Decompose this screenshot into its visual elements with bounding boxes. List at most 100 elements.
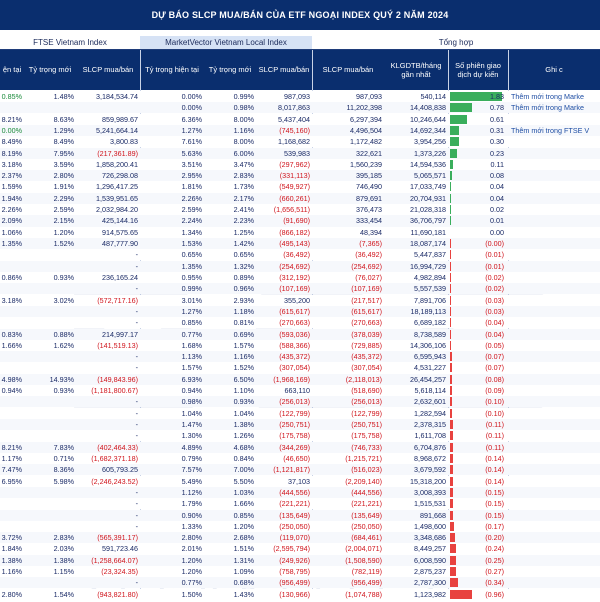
cell-mv-current-weight: 2.95% [181,171,202,181]
cell-mv-new-weight: 1.66% [233,499,254,509]
cell-ftse-new-weight [24,430,74,441]
cell-mv-current-weight: 0.95% [181,272,202,282]
sessions-value: 0.23 [490,148,504,158]
cell-mv-slcp: (1,656,511) [273,205,310,215]
cell-ftse-new-weight [24,261,74,272]
table-row: - 0.99% 0.96% (107,169) (107,169) 5,557,539 (0… [0,283,600,295]
cell-klgd: 6,689,182 [414,318,446,328]
cell-mv-slcp: (1,968,169) [273,374,310,384]
cell-mv-slcp: (119,070) [279,533,310,543]
cell-ftse-current-weight: 1.84% [1,544,22,554]
cell-ftse-slcp: 859,989.67 [102,114,138,124]
cell-ftse-slcp: 3,184,534.74 [96,92,138,101]
cell-ftse-current-weight: 8.49% [1,137,22,147]
table-row: 7.47% 8.36% 605,793.25 7.57% 7.00% (1,121,817… [0,464,600,476]
sessions-value: 0.01 [490,216,504,226]
cell-note [511,272,600,283]
cell-note [511,249,600,260]
cell-ftse-new-weight: 0.71% [53,453,74,463]
cell-note [511,362,600,373]
table-row: 8.21% 8.63% 859,989.67 6.36% 8.00% 5,437,404 6… [0,113,600,125]
cell-mv-new-weight: 2.41% [233,205,254,215]
sessions-bar [450,589,472,599]
cell-mv-slcp: (344,269) [279,442,310,452]
table-row: 1.59% 1.91% 1,296,417.25 1.81% 1.73% (549,927… [0,181,600,193]
cell-klgd: 7,891,706 [414,295,446,305]
cell-sessions: 0.00 [448,227,508,238]
cell-mv-slcp: (256,013) [279,397,310,407]
cell-note [511,136,600,147]
cell-mv-slcp: (549,927) [279,182,310,192]
cell-note [511,193,600,204]
cell-ftse-current-weight: 1.35% [1,239,22,249]
cell-klgd: 8,738,589 [414,329,446,339]
cell-klgd: 2,787,300 [414,578,446,588]
cell-ftse-current-weight: 8.19% [1,148,22,158]
cell-ftse-current-weight [0,317,22,328]
cell-sessions: (0.14) [448,453,508,464]
cell-summary-slcp: (7,365) [359,239,382,249]
cell-mv-current-weight: 5.49% [181,476,202,486]
cell-sessions: 0.30 [448,136,508,147]
cell-mv-slcp: (435,372) [279,352,310,362]
col-klgd: KLGDTB/tháng gần nhất [390,60,442,79]
cell-ftse-new-weight [24,362,74,373]
sessions-bar [450,510,454,520]
cell-ftse-new-weight [24,102,74,113]
cell-mv-slcp: (250,050) [279,521,310,531]
cell-sessions: (0.08) [448,374,508,385]
cell-mv-new-weight: 8.00% [233,137,254,147]
cell-mv-current-weight: 1.34% [181,227,202,237]
cell-klgd: 5,065,571 [414,171,446,181]
cell-ftse-new-weight: 7.83% [53,442,74,452]
cell-ftse-new-weight: 0.93% [53,272,74,282]
cell-mv-current-weight: 1.20% [181,567,202,577]
cell-ftse-slcp: - [135,578,138,588]
cell-mv-current-weight: 0.85% [181,318,202,328]
cell-summary-slcp: (2,209,140) [345,476,382,486]
cell-note [511,295,600,306]
cell-ftse-new-weight: 0.93% [53,386,74,396]
sessions-value: 0.30 [490,137,504,147]
cell-note [511,555,600,566]
cell-note [511,408,600,419]
cell-mv-current-weight: 6.36% [181,114,202,124]
column-header-row: ện tại Tỷ trọng mới SLCP mua/bán Tỷ trọn… [0,50,600,90]
cell-note [511,114,600,125]
cell-ftse-new-weight: 1.54% [53,589,74,599]
cell-ftse-slcp: 1,539,951.65 [96,193,138,203]
cell-summary-slcp: (250,751) [351,420,382,430]
cell-sessions: 0.61 [448,114,508,125]
cell-ftse-current-weight [0,487,22,498]
cell-ftse-current-weight [0,521,22,532]
cell-ftse-current-weight [0,419,22,430]
cell-summary-slcp: (135,649) [351,510,382,520]
cell-mv-new-weight: 0.65% [233,250,254,260]
sessions-value: (0.00) [485,239,504,249]
cell-ftse-new-weight: 1.62% [53,340,74,350]
cell-mv-slcp: (2,595,794) [273,544,310,554]
cell-mv-slcp: (745,160) [279,125,310,135]
cell-mv-new-weight: 2.93% [233,295,254,305]
cell-ftse-current-weight: 1.94% [1,193,22,203]
cell-summary-slcp: 11,202,398 [346,103,382,113]
sessions-value: (0.02) [485,284,504,294]
table-row: - 1.35% 1.32% (254,692) (254,692) 16,994,729 (… [0,260,600,272]
col-summary-slcp: SLCP mua/bán [322,65,374,75]
cell-klgd: 17,033,749 [410,182,446,192]
cell-summary-slcp: (2,118,013) [345,374,382,384]
cell-ftse-slcp: (23,324.35) [101,567,138,577]
sessions-value: 0.08 [490,171,504,181]
cell-mv-slcp: (758,795) [279,567,310,577]
sessions-bar [450,555,456,565]
table-row: 8.19% 7.95% (217,361.89) 5.63% 6.00% 539,983 3… [0,147,600,159]
sessions-bar [450,431,453,441]
table-row: - 1.04% 1.04% (122,799) (122,799) 1,282,594 (0… [0,407,600,419]
cell-mv-current-weight: 0.77% [181,329,202,339]
cell-ftse-current-weight: 1.66% [1,340,22,350]
cell-mv-new-weight: 2.68% [233,533,254,543]
cell-mv-slcp: (495,143) [279,239,310,249]
cell-mv-slcp: (312,192) [279,272,310,282]
cell-note [511,453,600,464]
cell-klgd: 26,454,257 [410,374,446,384]
